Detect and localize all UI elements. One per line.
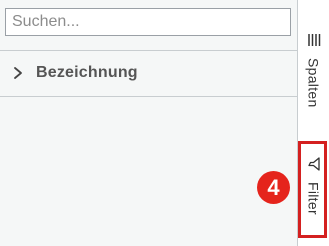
tool-panel: Bezeichnung bbox=[0, 0, 297, 246]
group-row-bezeichnung[interactable]: Bezeichnung bbox=[0, 51, 297, 95]
group-label: Bezeichnung bbox=[36, 64, 138, 81]
search-input[interactable] bbox=[5, 8, 291, 36]
step-badge: 4 bbox=[257, 171, 290, 204]
search-container bbox=[5, 8, 291, 36]
columns-icon bbox=[307, 33, 321, 52]
chevron-right-icon[interactable] bbox=[11, 66, 25, 80]
divider bbox=[0, 96, 297, 97]
tab-columns-label: Spalten bbox=[305, 58, 322, 108]
side-bar: Spalten Filter bbox=[297, 0, 329, 246]
tab-filter[interactable]: Filter bbox=[298, 143, 329, 236]
filter-icon bbox=[307, 157, 321, 176]
tab-filter-label: Filter bbox=[305, 182, 322, 215]
tab-columns[interactable]: Spalten bbox=[298, 33, 329, 125]
